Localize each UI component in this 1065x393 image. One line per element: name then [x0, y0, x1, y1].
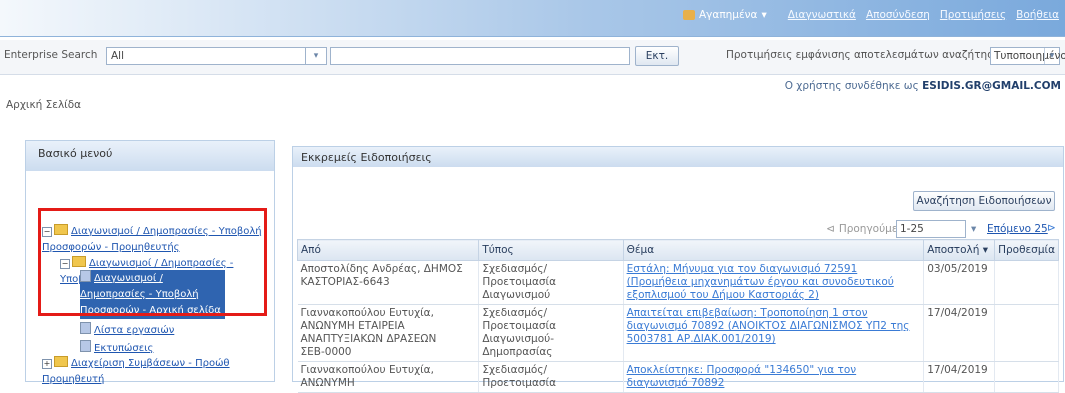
cell-type: Σχεδιασμός/Προετοιμασία Διαγωνισμού	[478, 260, 624, 305]
menu-item-worklist[interactable]: Λίστα εργασιών	[80, 322, 174, 339]
help-link[interactable]: Βοήθεια	[1016, 9, 1059, 21]
menu-item-label: Λίστα εργασιών	[94, 325, 175, 336]
cell-from: Γιαννακοπούλου Ευτυχία, ΑΝΩΝΥΜΗ ΕΤΑΙΡΕΙΑ…	[297, 304, 480, 362]
logout-link[interactable]: Αποσύνδεση	[866, 9, 930, 21]
search-bar: Enterprise Search All ▾ Εκτ. Προτιμήσεις…	[0, 40, 1065, 75]
chevron-down-icon: ▾	[761, 9, 767, 21]
page-range-select[interactable]: 1-25	[896, 220, 966, 238]
search-label: Enterprise Search	[4, 49, 98, 61]
search-scope-select[interactable]: All	[106, 47, 326, 65]
table-row: Γιαννακοπούλου Ευτυχία, ΑΝΩΝΥΜΗ ΕΤΑΙΡΕΙΑ…	[297, 304, 1059, 362]
favorites-menu[interactable]: Αγαπημένα ▾	[683, 9, 767, 21]
cell-subject-link[interactable]: Εστάλη: Μήνυμα για τον διαγωνισμό 72591 …	[623, 260, 925, 305]
chevron-down-icon: ▾	[1044, 48, 1059, 64]
table-row: Γιαννακοπούλου Ευτυχία, ΑΝΩΝΥΜΗ Σχεδιασμ…	[297, 361, 1059, 393]
menu-item-label: Διαχείριση Συμβάσεων - Προώθ Προμηθευτή	[42, 358, 230, 385]
cell-sent: 17/04/2019	[923, 304, 996, 362]
chevron-down-icon[interactable]: ▾	[971, 223, 976, 235]
search-prefs-label: Προτιμήσεις εμφάνισης αποτελεσμάτων αναζ…	[726, 49, 1007, 61]
search-prefs-select[interactable]: Τυποποιημένο ▾	[990, 47, 1065, 65]
col-sent[interactable]: Αποστολή ▾	[923, 239, 996, 261]
cell-from: Αποστολίδης Ανδρέας, ΔΗΜΟΣ ΚΑΣΤΟΡΙΑΣ-664…	[297, 260, 480, 305]
col-type[interactable]: Τύπος	[478, 239, 624, 261]
expand-icon: +	[42, 359, 52, 369]
global-links: Διαγνωστικά Αποσύνδεση Προτιμήσεις Βοήθε…	[788, 9, 1059, 21]
menu-item-label: Εκτυπώσεις	[94, 343, 154, 354]
cell-type: Σχεδιασμός/Προετοιμασία	[478, 361, 624, 393]
preferences-link[interactable]: Προτιμήσεις	[940, 9, 1006, 21]
table-header-row: Από Τύπος Θέμα Αποστολή ▾ Προθεσμία	[296, 239, 1059, 261]
prev-icon: ⊲	[826, 223, 835, 235]
user-email: ESIDIS.GR@GMAIL.COM	[922, 80, 1061, 92]
cell-sent: 03/05/2019	[923, 260, 996, 305]
col-due[interactable]: Προθεσμία	[994, 239, 1059, 261]
notifications-title: Εκκρεμείς Ειδοποιήσεις	[293, 147, 1063, 167]
cell-due	[994, 260, 1059, 305]
notifications-panel: Εκκρεμείς Ειδοποιήσεις Αναζήτηση Ειδοποι…	[292, 146, 1064, 393]
header-bar: Αγαπημένα ▾ Διαγνωστικά Αποσύνδεση Προτι…	[0, 0, 1065, 37]
col-from[interactable]: Από	[296, 239, 480, 261]
home-link[interactable]: Αρχική Σελίδα	[6, 99, 81, 111]
favorites-icon	[683, 10, 695, 20]
page-range-value: 1-25	[900, 223, 924, 235]
chevron-down-icon: ▾	[313, 51, 319, 61]
cell-from: Γιαννακοπούλου Ευτυχία, ΑΝΩΝΥΜΗ	[297, 361, 480, 393]
favorites-label: Αγαπημένα	[699, 9, 758, 21]
user-info: Ο χρήστης συνδέθηκε ως ESIDIS.GR@GMAIL.C…	[785, 80, 1061, 92]
search-scope-value: All	[111, 50, 125, 62]
cell-subject-link[interactable]: Αποκλείστηκε: Προσφορά "134650" για τον …	[623, 361, 925, 393]
col-subject[interactable]: Θέμα	[622, 239, 925, 261]
folder-icon	[54, 356, 68, 367]
cell-due	[994, 304, 1059, 362]
search-input[interactable]	[330, 47, 630, 65]
sort-desc-icon: ▾	[982, 244, 989, 256]
menu-item-contracts[interactable]: + Διαχείριση Συμβάσεων - Προώθ Προμηθευτή	[42, 356, 262, 388]
table-row: Αποστολίδης Ανδρέας, ΔΗΜΟΣ ΚΑΣΤΟΡΙΑΣ-664…	[297, 260, 1059, 305]
main-menu-title: Βασικό μενού	[26, 141, 274, 171]
search-scope-dropdown[interactable]: ▾	[305, 47, 327, 65]
go-button[interactable]: Εκτ.	[635, 46, 679, 66]
cell-due	[994, 361, 1059, 393]
page-icon	[80, 340, 91, 352]
notifications-table: Από Τύπος Θέμα Αποστολή ▾ Προθεσμία Αποσ…	[296, 239, 1059, 393]
cell-subject-link[interactable]: Απαιτείται επιβεβαίωση: Τροποποίηση 1 στ…	[623, 304, 925, 362]
cell-type: Σχεδιασμός/Προετοιμασία Διαγωνισμού-Δημο…	[478, 304, 624, 362]
search-notifications-button[interactable]: Αναζήτηση Ειδοποιήσεων	[913, 191, 1055, 211]
menu-item-prints[interactable]: Εκτυπώσεις	[80, 340, 153, 357]
user-prefix: Ο χρήστης συνδέθηκε ως	[784, 80, 919, 92]
page-icon	[80, 322, 91, 334]
cell-sent: 17/04/2019	[923, 361, 996, 393]
next-icon[interactable]: ⊳	[1047, 222, 1056, 234]
next-page-link[interactable]: Επόμενο 25	[987, 223, 1048, 235]
highlight-annotation	[38, 208, 267, 316]
diagnostics-link[interactable]: Διαγνωστικά	[788, 9, 856, 21]
